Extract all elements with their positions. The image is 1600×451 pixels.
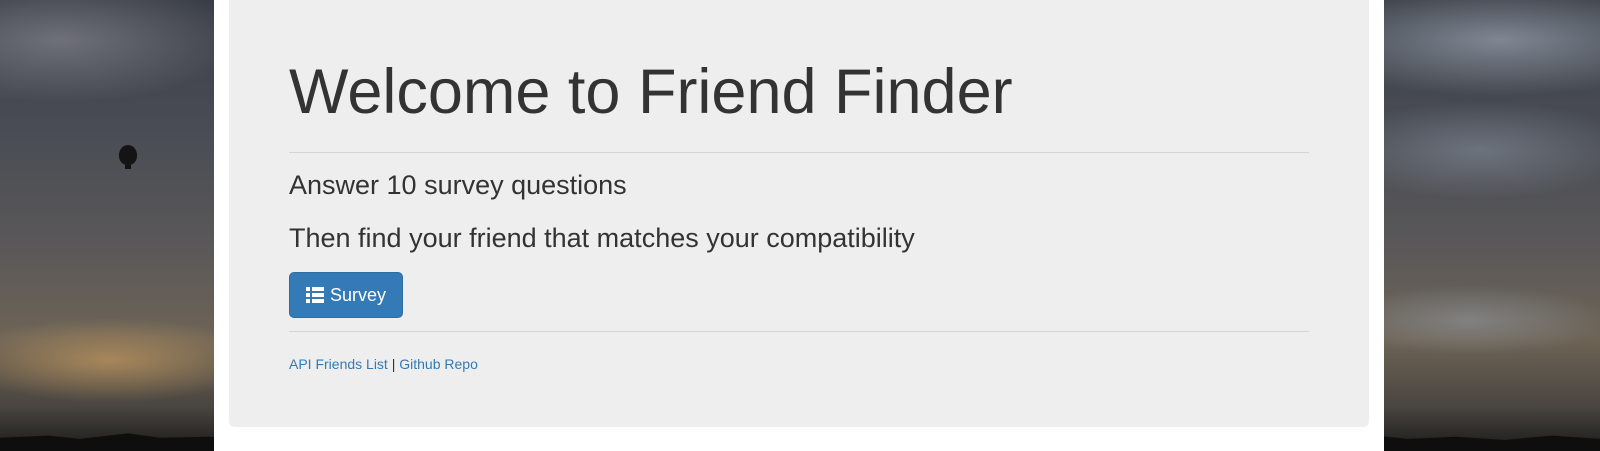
survey-button[interactable]: Survey	[289, 272, 404, 318]
hot-air-balloon-silhouette	[119, 145, 137, 169]
link-separator: |	[391, 356, 396, 372]
api-friends-list-link[interactable]: API Friends List	[289, 356, 388, 372]
survey-button-label: Survey	[330, 284, 387, 305]
instruction-line-2: Then find your friend that matches your …	[289, 223, 915, 253]
github-repo-link[interactable]: Github Repo	[399, 356, 478, 372]
jumbotron: Welcome to Friend Finder Answer 10 surve…	[229, 0, 1369, 427]
footer-links: API Friends List | Github Repo	[289, 356, 478, 372]
list-icon	[306, 287, 324, 303]
divider-top	[289, 152, 1309, 153]
instruction-line-1: Answer 10 survey questions	[289, 170, 627, 200]
main-container: Welcome to Friend Finder Answer 10 surve…	[214, 0, 1384, 451]
page-title: Welcome to Friend Finder	[289, 57, 1013, 127]
divider-bottom	[289, 331, 1309, 332]
